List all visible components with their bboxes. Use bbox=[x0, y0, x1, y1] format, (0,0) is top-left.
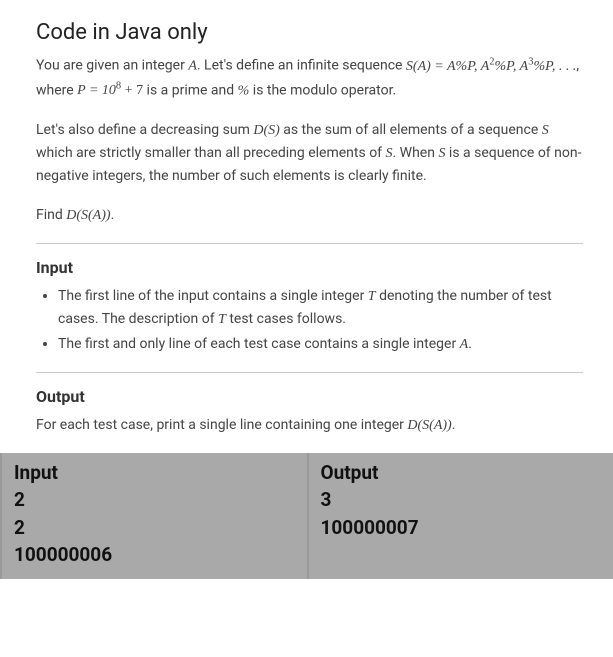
io-line: 100000006 bbox=[14, 541, 295, 569]
math-DSA: D(S(A)) bbox=[407, 418, 451, 433]
text: The first line of the input contains a s… bbox=[58, 288, 368, 304]
list-item: The first and only line of each test cas… bbox=[58, 333, 583, 356]
math-S: S bbox=[542, 123, 549, 138]
text: . When bbox=[393, 145, 439, 161]
math-A: A bbox=[188, 59, 197, 74]
input-col-head: Input bbox=[14, 461, 295, 484]
text: is a prime and bbox=[143, 82, 238, 98]
math-DS: D(S) bbox=[253, 123, 279, 138]
input-heading: Input bbox=[36, 258, 583, 277]
p-part: + 7 bbox=[121, 83, 143, 98]
text: as the sum of all elements of a sequence bbox=[280, 122, 542, 138]
problem-para-3: Find D(S(A)). bbox=[36, 204, 583, 227]
output-para: For each test case, print a single line … bbox=[36, 414, 583, 437]
io-line: 2 bbox=[14, 514, 295, 542]
io-line: 100000007 bbox=[321, 514, 602, 542]
divider bbox=[36, 372, 583, 373]
text: The first and only line of each test cas… bbox=[58, 336, 460, 352]
text: . Let's define an infinite sequence bbox=[197, 58, 406, 74]
seq-part: %P, A bbox=[495, 59, 529, 74]
seq-part: S(A) = A%P, A bbox=[406, 59, 489, 74]
math-P: P = 108 + 7 bbox=[77, 83, 143, 98]
text: You are given an integer bbox=[36, 58, 188, 74]
math-seq: S(A) = A%P, A2%P, A3%P, . . . bbox=[406, 59, 576, 74]
text: is the modulo operator. bbox=[249, 82, 396, 98]
input-list: The first line of the input contains a s… bbox=[36, 285, 583, 356]
math-A: A bbox=[460, 337, 469, 352]
divider bbox=[36, 243, 583, 244]
io-line: 2 bbox=[14, 486, 295, 514]
page-title: Code in Java only bbox=[36, 20, 583, 45]
text: For each test case, print a single line … bbox=[36, 417, 407, 433]
math-S: S bbox=[386, 146, 393, 161]
list-item: The first line of the input contains a s… bbox=[58, 285, 583, 331]
output-col-head: Output bbox=[321, 461, 602, 484]
seq-part: %P, . . . bbox=[533, 59, 576, 74]
output-heading: Output bbox=[36, 387, 583, 406]
math-T: T bbox=[218, 312, 226, 327]
text: . bbox=[468, 336, 472, 352]
io-table: Input 2 2 100000006 Output 3 100000007 bbox=[0, 453, 613, 579]
math-T: T bbox=[368, 289, 376, 304]
text: Find bbox=[36, 207, 66, 223]
p-part: P = 10 bbox=[77, 83, 116, 98]
math-pct: % bbox=[238, 83, 250, 98]
io-line: 3 bbox=[321, 486, 602, 514]
problem-para-1: You are given an integer A. Let's define… bbox=[36, 53, 583, 103]
input-column: Input 2 2 100000006 bbox=[0, 453, 307, 579]
text: which are strictly smaller than all prec… bbox=[36, 145, 386, 161]
text: test cases follows. bbox=[226, 311, 346, 327]
output-column: Output 3 100000007 bbox=[307, 453, 613, 579]
problem-para-2: Let's also define a decreasing sum D(S) … bbox=[36, 119, 583, 188]
text: . bbox=[111, 207, 115, 223]
math-DSA: D(S(A)) bbox=[66, 208, 110, 223]
text: . bbox=[452, 417, 456, 433]
text: Let's also define a decreasing sum bbox=[36, 122, 253, 138]
